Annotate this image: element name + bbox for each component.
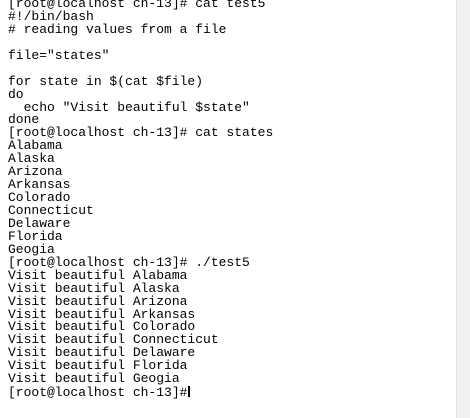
text-cursor-icon (188, 386, 191, 398)
vertical-scrollbar[interactable] (456, 0, 470, 418)
terminal-output: [root@localhost ch-13]# cat test5 #!/bin/… (8, 0, 273, 399)
terminal-window[interactable]: [root@localhost ch-13]# cat test5 #!/bin/… (0, 0, 456, 418)
prompt-line: [root@localhost ch-13]# (8, 386, 273, 399)
terminal-line: for state in $(cat $file) (8, 73, 204, 89)
terminal-line: echo "Visit beautiful $state" (8, 99, 250, 115)
shell-prompt: [root@localhost ch-13]# (8, 385, 188, 401)
terminal-line: # reading values from a file (8, 21, 227, 37)
terminal-line: file="states" (8, 47, 110, 63)
